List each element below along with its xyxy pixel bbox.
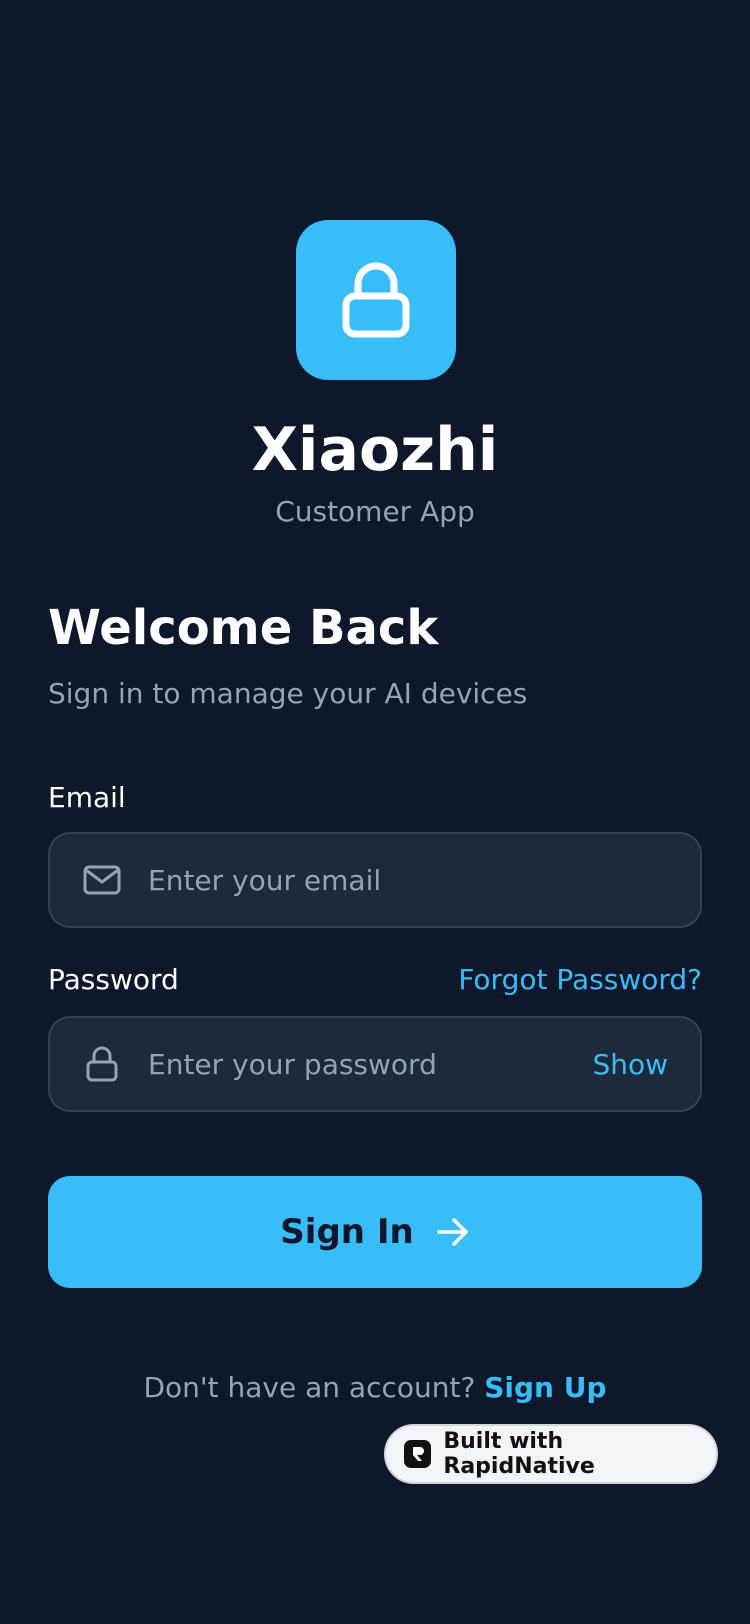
sign-in-button[interactable]: Sign In <box>48 1176 702 1288</box>
rapidnative-logo-icon <box>404 1440 432 1468</box>
password-field-container[interactable]: Show <box>48 1016 702 1112</box>
arrow-right-icon <box>436 1215 470 1249</box>
lock-icon <box>82 1044 122 1084</box>
forgot-password-link[interactable]: Forgot Password? <box>458 962 702 998</box>
lock-icon <box>342 262 410 338</box>
password-label: Password <box>48 963 179 996</box>
app-title: Xiaozhi <box>251 415 499 485</box>
app-logo <box>296 220 456 380</box>
built-with-badge[interactable]: Built with RapidNative <box>384 1424 718 1484</box>
sign-in-label: Sign In <box>280 1212 414 1252</box>
email-input[interactable] <box>148 863 700 897</box>
page-title: Welcome Back <box>48 600 439 656</box>
email-label: Email <box>48 781 126 814</box>
badge-label: Built with RapidNative <box>443 1429 595 1479</box>
sign-up-link[interactable]: Sign Up <box>484 1371 606 1404</box>
app-subtitle: Customer App <box>275 495 475 528</box>
password-input[interactable] <box>148 1047 593 1081</box>
login-screen: Xiaozhi Customer App Welcome Back Sign i… <box>0 0 750 1624</box>
signup-prompt: Don't have an account? <box>143 1371 476 1404</box>
mail-icon <box>82 860 122 900</box>
signup-row: Don't have an account? Sign Up <box>0 1370 750 1406</box>
show-password-button[interactable]: Show <box>592 1048 668 1081</box>
email-field-container[interactable] <box>48 832 702 928</box>
page-subtitle: Sign in to manage your AI devices <box>48 677 528 710</box>
